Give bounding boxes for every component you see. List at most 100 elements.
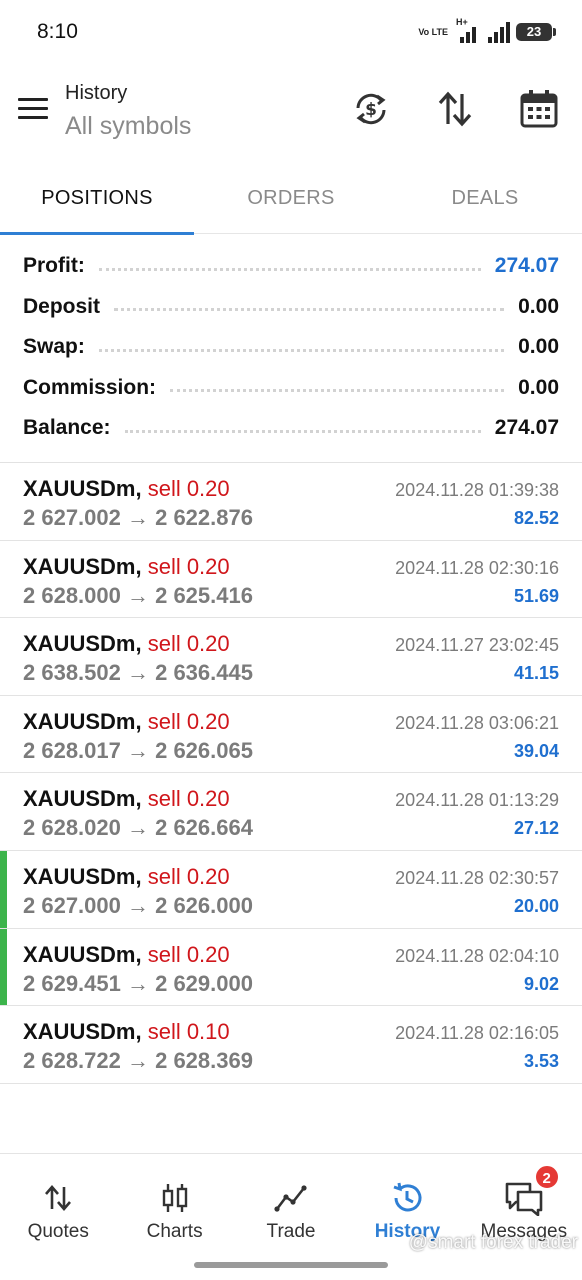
position-prices: 2 628.020 → 2 626.664 — [23, 815, 253, 841]
position-profit: 39.04 — [513, 740, 559, 761]
position-time: 2024.11.28 01:39:38 — [395, 480, 559, 500]
symbol-filter[interactable]: All symbols — [65, 112, 191, 141]
position-side: sell 0.20 — [147, 708, 230, 734]
summary-label: Commission: — [23, 375, 157, 399]
dotted-leader — [124, 429, 481, 433]
position-side: sell 0.20 — [147, 476, 230, 501]
list-item[interactable]: XAUUSDm, sell 0.20 2 628.000 → 2 625.416… — [0, 541, 582, 619]
position-title: XAUUSDm, sell 0.20 — [23, 864, 230, 890]
position-side: sell 0.20 — [147, 631, 230, 657]
trade-icon — [271, 1180, 311, 1216]
tab-positions[interactable]: POSITIONS — [0, 162, 194, 235]
status-icons: Vo LTE H+ 23 — [418, 17, 556, 46]
position-side: sell 0.20 — [147, 941, 230, 967]
position-symbol: XAUUSDm, — [23, 863, 142, 889]
position-side: sell 0.20 — [147, 553, 230, 579]
sort-icon[interactable] — [434, 88, 476, 130]
nav-label: Trade — [266, 1221, 316, 1242]
dotted-leader — [98, 348, 505, 352]
position-prices: 2 628.722 → 2 628.369 — [23, 1048, 253, 1074]
account-summary: Profit: 274.07 Deposit 0.00 Swap: 0.00 C… — [0, 246, 582, 449]
position-symbol: XAUUSDm, — [23, 476, 142, 501]
position-time: 2024.11.28 03:06:21 — [395, 712, 559, 733]
list-item[interactable]: XAUUSDm, sell 0.20 2 628.020 → 2 626.664… — [0, 773, 582, 851]
home-indicator[interactable] — [194, 1262, 388, 1268]
position-symbol: XAUUSDm, — [23, 553, 142, 579]
summary-value: 274.07 — [494, 416, 559, 440]
summary-row-swap: Swap: 0.00 — [0, 327, 582, 368]
tab-orders[interactable]: ORDERS — [194, 162, 388, 234]
position-time: 2024.11.28 01:13:29 — [395, 790, 559, 811]
watermark: @smart forex trader — [408, 1232, 578, 1253]
position-prices: 2 627.000 → 2 626.000 — [23, 892, 253, 918]
summary-value: 0.00 — [518, 335, 559, 359]
app-header: History All symbols $ — [0, 64, 582, 160]
position-symbol: XAUUSDm, — [23, 708, 142, 734]
nav-label: Charts — [146, 1221, 203, 1242]
list-item[interactable]: XAUUSDm, sell 0.20 2 627.000 → 2 626.000… — [0, 850, 582, 929]
position-prices: 2 638.502 → 2 636.445 — [23, 660, 253, 686]
history-tabs: POSITIONS ORDERS DEALS — [0, 162, 582, 235]
position-title: XAUUSDm, sell 0.20 — [23, 631, 230, 657]
position-side: sell 0.20 — [147, 786, 230, 812]
position-title: XAUUSDm, sell 0.10 — [23, 1019, 230, 1045]
summary-value: 0.00 — [518, 375, 559, 399]
history-screen: 8:10 Vo LTE H+ 23 History All symbols $ … — [0, 0, 582, 1280]
signal-icon: H+ — [456, 17, 478, 43]
position-prices: 2 629.451 → 2 629.000 — [23, 970, 253, 996]
summary-row-commission: Commission: 0.00 — [0, 368, 582, 409]
dotted-leader — [170, 389, 505, 393]
status-bar: 8:10 Vo LTE H+ 23 — [0, 0, 582, 64]
position-profit: 3.53 — [523, 1051, 559, 1072]
tab-deals[interactable]: DEALS — [388, 162, 582, 234]
list-item[interactable]: XAUUSDm, sell 0.20 2 638.502 → 2 636.445… — [0, 618, 582, 696]
dotted-leader — [114, 308, 505, 312]
position-time: 2024.11.28 02:16:05 — [395, 1023, 559, 1044]
summary-value: 274.07 — [494, 254, 559, 278]
list-item[interactable]: XAUUSDm, sell 0.20 2 628.017 → 2 626.065… — [0, 696, 582, 774]
position-symbol: XAUUSDm, — [23, 786, 142, 812]
summary-label: Balance: — [23, 416, 111, 440]
positions-list: XAUUSDm, sell 0.20 2 627.002 → 2 622.876… — [0, 463, 582, 1084]
list-item[interactable]: XAUUSDm, sell 0.20 2 629.451 → 2 629.000… — [0, 928, 582, 1007]
summary-row-profit: Profit: 274.07 — [0, 246, 582, 287]
dotted-leader — [98, 267, 481, 271]
summary-row-deposit: Deposit 0.00 — [0, 287, 582, 328]
summary-label: Swap: — [23, 335, 85, 359]
summary-label: Deposit — [23, 294, 101, 318]
position-symbol: XAUUSDm, — [23, 941, 142, 967]
position-side: sell 0.20 — [147, 863, 230, 889]
position-title: XAUUSDm, sell 0.20 — [23, 786, 230, 812]
signal-icon-2 — [486, 21, 510, 43]
battery-icon: 23 — [516, 23, 556, 41]
page-title: History — [65, 82, 128, 104]
unread-badge: 2 — [533, 1164, 560, 1190]
svg-text:$: $ — [365, 100, 377, 120]
position-time: 2024.11.28 02:30:57 — [395, 867, 559, 888]
position-symbol: XAUUSDm, — [23, 1019, 142, 1045]
history-icon — [387, 1180, 427, 1216]
position-profit: 41.15 — [513, 663, 559, 684]
currency-refresh-icon[interactable]: $ — [350, 88, 392, 130]
position-title: XAUUSDm, sell 0.20 — [23, 554, 230, 580]
position-time: 2024.11.28 02:30:16 — [395, 557, 559, 578]
position-profit: 51.69 — [513, 585, 559, 606]
status-time: 8:10 — [37, 20, 78, 43]
position-time: 2024.11.28 02:04:10 — [395, 945, 559, 966]
calendar-icon[interactable] — [518, 88, 560, 130]
bottom-nav: Quotes Charts Trade History 2 Messages — [0, 1153, 582, 1280]
quotes-icon — [38, 1180, 78, 1216]
volte-label: Vo LTE — [418, 26, 448, 37]
list-item[interactable]: XAUUSDm, sell 0.20 2 627.002 → 2 622.876… — [0, 463, 582, 541]
position-symbol: XAUUSDm, — [23, 631, 142, 657]
list-item[interactable]: XAUUSDm, sell 0.10 2 628.722 → 2 628.369… — [0, 1006, 582, 1084]
position-profit: 9.02 — [523, 973, 559, 994]
nav-quotes[interactable]: Quotes — [0, 1154, 116, 1280]
position-profit: 82.52 — [513, 508, 559, 528]
position-prices: 2 627.002 → 2 622.876 — [23, 505, 253, 530]
battery-level: 23 — [526, 24, 542, 39]
nav-messages[interactable]: 2 Messages — [466, 1154, 582, 1280]
position-prices: 2 628.000 → 2 625.416 — [23, 582, 253, 608]
charts-icon — [155, 1180, 195, 1216]
menu-icon[interactable] — [18, 98, 48, 122]
